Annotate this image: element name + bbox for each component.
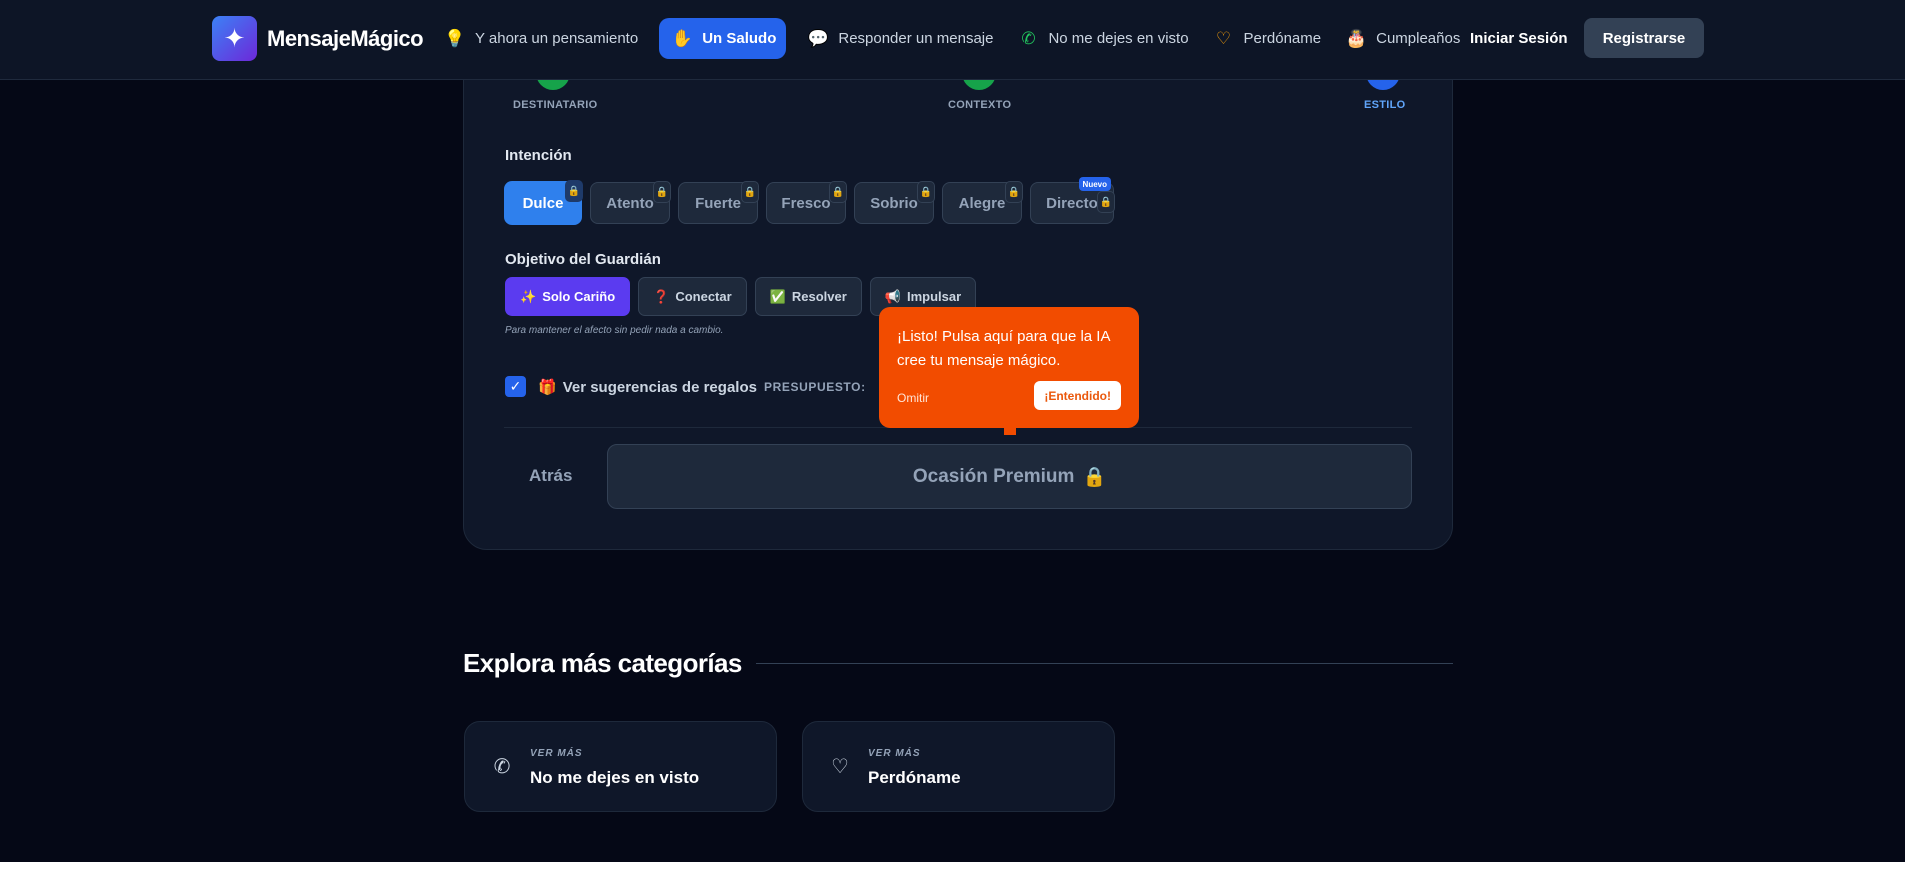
explore-divider [756, 663, 1453, 664]
whatsapp-icon: ✆ [1021, 28, 1036, 48]
lock-icon: 🔒 [917, 181, 935, 203]
nav-item-label: Perdóname [1243, 30, 1322, 47]
gift-label-text: Ver sugerencias de regalos [562, 378, 757, 396]
gift-suggestions-label[interactable]: 🎁 Ver sugerencias de regalos [538, 378, 757, 397]
chip-label: Directo [1046, 194, 1098, 212]
brand[interactable]: ✦ MensajeMágico [212, 16, 424, 61]
nav-item-label: No me dejes en visto [1048, 30, 1189, 47]
lock-icon: 🔒 [829, 181, 847, 203]
step-label-contexto: CONTEXTO [948, 99, 1012, 111]
checkmark-icon: ✅ [769, 288, 786, 304]
nav-item-label: Responder un mensaje [838, 30, 994, 47]
lock-icon: 🔒 [1005, 181, 1023, 203]
intention-title: Intención [505, 147, 572, 164]
step-label-estilo: ESTILO [1364, 99, 1406, 111]
goal-label: Solo Cariño [542, 289, 616, 304]
chip-label: Alegre [958, 194, 1006, 212]
intention-fresco[interactable]: Fresco 🔒 [766, 181, 847, 224]
budget-label: PRESUPUESTO: [764, 380, 866, 394]
bottom-strip [0, 862, 1905, 884]
tooltip-text: ¡Listo! Pulsa aquí para que la IA cree t… [897, 328, 1110, 369]
step-label-destinatario: DESTINATARIO [513, 99, 598, 111]
goal-conectar[interactable]: ❓ Conectar [638, 277, 747, 316]
nav-item-label: Un Saludo [702, 30, 777, 47]
goal-title: Objetivo del Guardián [505, 251, 661, 268]
intention-dulce[interactable]: Dulce 🔒 [504, 180, 583, 225]
lightbulb-icon: 💡 [444, 28, 466, 48]
chip-label: Fuerte [695, 194, 741, 212]
onboarding-tooltip: ¡Listo! Pulsa aquí para que la IA cree t… [879, 307, 1139, 435]
heart-icon: ♡ [1215, 28, 1232, 48]
brand-name: MensajeMágico [267, 25, 424, 51]
cake-icon: 🎂 [1345, 28, 1367, 48]
premium-label: Ocasión Premium [912, 465, 1075, 487]
sparkles-icon: ✨ [520, 288, 537, 304]
page: ✦ MensajeMágico 💡 Y ahora un pensamiento… [0, 0, 1905, 862]
category-title: Perdóname [868, 768, 961, 787]
nav-item-label: Cumpleaños [1376, 30, 1461, 47]
category-kicker: VER MÁS [530, 748, 583, 759]
question-icon: ❓ [653, 288, 670, 304]
lock-icon: 🔒 [653, 181, 671, 203]
nav-item-saludo[interactable]: ✋ Un Saludo [659, 18, 787, 59]
goal-label: Resolver [791, 289, 847, 304]
back-button[interactable]: Atrás [529, 466, 572, 486]
waving-hand-icon: ✋ [671, 28, 693, 48]
category-kicker: VER MÁS [868, 748, 921, 759]
login-link[interactable]: Iniciar Sesión [1470, 30, 1568, 47]
category-title: No me dejes en visto [530, 768, 700, 787]
magic-wand-icon: ✦ [212, 16, 257, 61]
category-card-perdoname[interactable]: ♡ VER MÁS Perdóname [802, 721, 1115, 812]
megaphone-icon: 📢 [884, 288, 901, 304]
top-navbar: ✦ MensajeMágico 💡 Y ahora un pensamiento… [0, 0, 1905, 80]
gift-suggestions-checkbox[interactable]: ✓ [505, 376, 526, 397]
goal-label: Impulsar [906, 289, 962, 304]
chip-label: Sobrio [870, 194, 918, 212]
register-button[interactable]: Registrarse [1584, 18, 1704, 58]
gift-icon: 🎁 [538, 379, 557, 396]
intention-options: Dulce 🔒 Atento 🔒 Fuerte 🔒 Fresco 🔒 Sobri… [504, 177, 1115, 226]
intention-atento[interactable]: Atento 🔒 [590, 181, 671, 224]
intention-fuerte[interactable]: Fuerte 🔒 [678, 181, 759, 224]
heart-icon: ♡ [831, 756, 849, 778]
lock-icon: 🔒 [741, 181, 759, 203]
goal-resolver[interactable]: ✅ Resolver [754, 277, 862, 316]
category-card-visto[interactable]: ✆ VER MÁS No me dejes en visto [464, 721, 777, 812]
whatsapp-icon: ✆ [493, 756, 511, 778]
goal-solo-carino[interactable]: ✨ Solo Cariño [505, 277, 631, 316]
nav-links: 💡 Y ahora un pensamiento ✋ Un Saludo 💬 R… [435, 18, 1469, 59]
nav-item-perdoname[interactable]: ♡ Perdóname [1204, 18, 1331, 59]
nav-item-pensamiento[interactable]: 💡 Y ahora un pensamiento [435, 18, 647, 59]
intention-alegre[interactable]: Alegre 🔒 [942, 181, 1023, 224]
intention-directo[interactable]: Directo Nuevo 🔒 [1030, 177, 1115, 224]
explore-title: Explora más categorías [463, 648, 742, 678]
chip-label: Atento [606, 194, 654, 212]
lock-icon: 🔒 [1082, 466, 1107, 488]
nav-item-visto[interactable]: ✆ No me dejes en visto [1008, 18, 1197, 59]
goal-label: Conectar [675, 289, 732, 304]
premium-occasion-button[interactable]: Ocasión Premium 🔒 [607, 444, 1412, 509]
chat-bubble-icon: 💬 [807, 28, 829, 48]
chip-label: Fresco [781, 194, 831, 212]
goal-note: Para mantener el afecto sin pedir nada a… [505, 325, 724, 336]
new-badge: Nuevo [1078, 177, 1111, 191]
nav-item-cumpleanos[interactable]: 🎂 Cumpleaños [1336, 18, 1469, 59]
lock-icon: 🔒 [565, 180, 583, 202]
tooltip-ok-button[interactable]: ¡Entendido! [1034, 381, 1121, 410]
nav-item-responder[interactable]: 💬 Responder un mensaje [798, 18, 1002, 59]
lock-icon: 🔒 [1097, 191, 1115, 213]
tooltip-skip-link[interactable]: Omitir [897, 391, 929, 405]
intention-sobrio[interactable]: Sobrio 🔒 [854, 181, 935, 224]
chip-label: Dulce [522, 194, 564, 212]
nav-item-label: Y ahora un pensamiento [475, 30, 639, 47]
